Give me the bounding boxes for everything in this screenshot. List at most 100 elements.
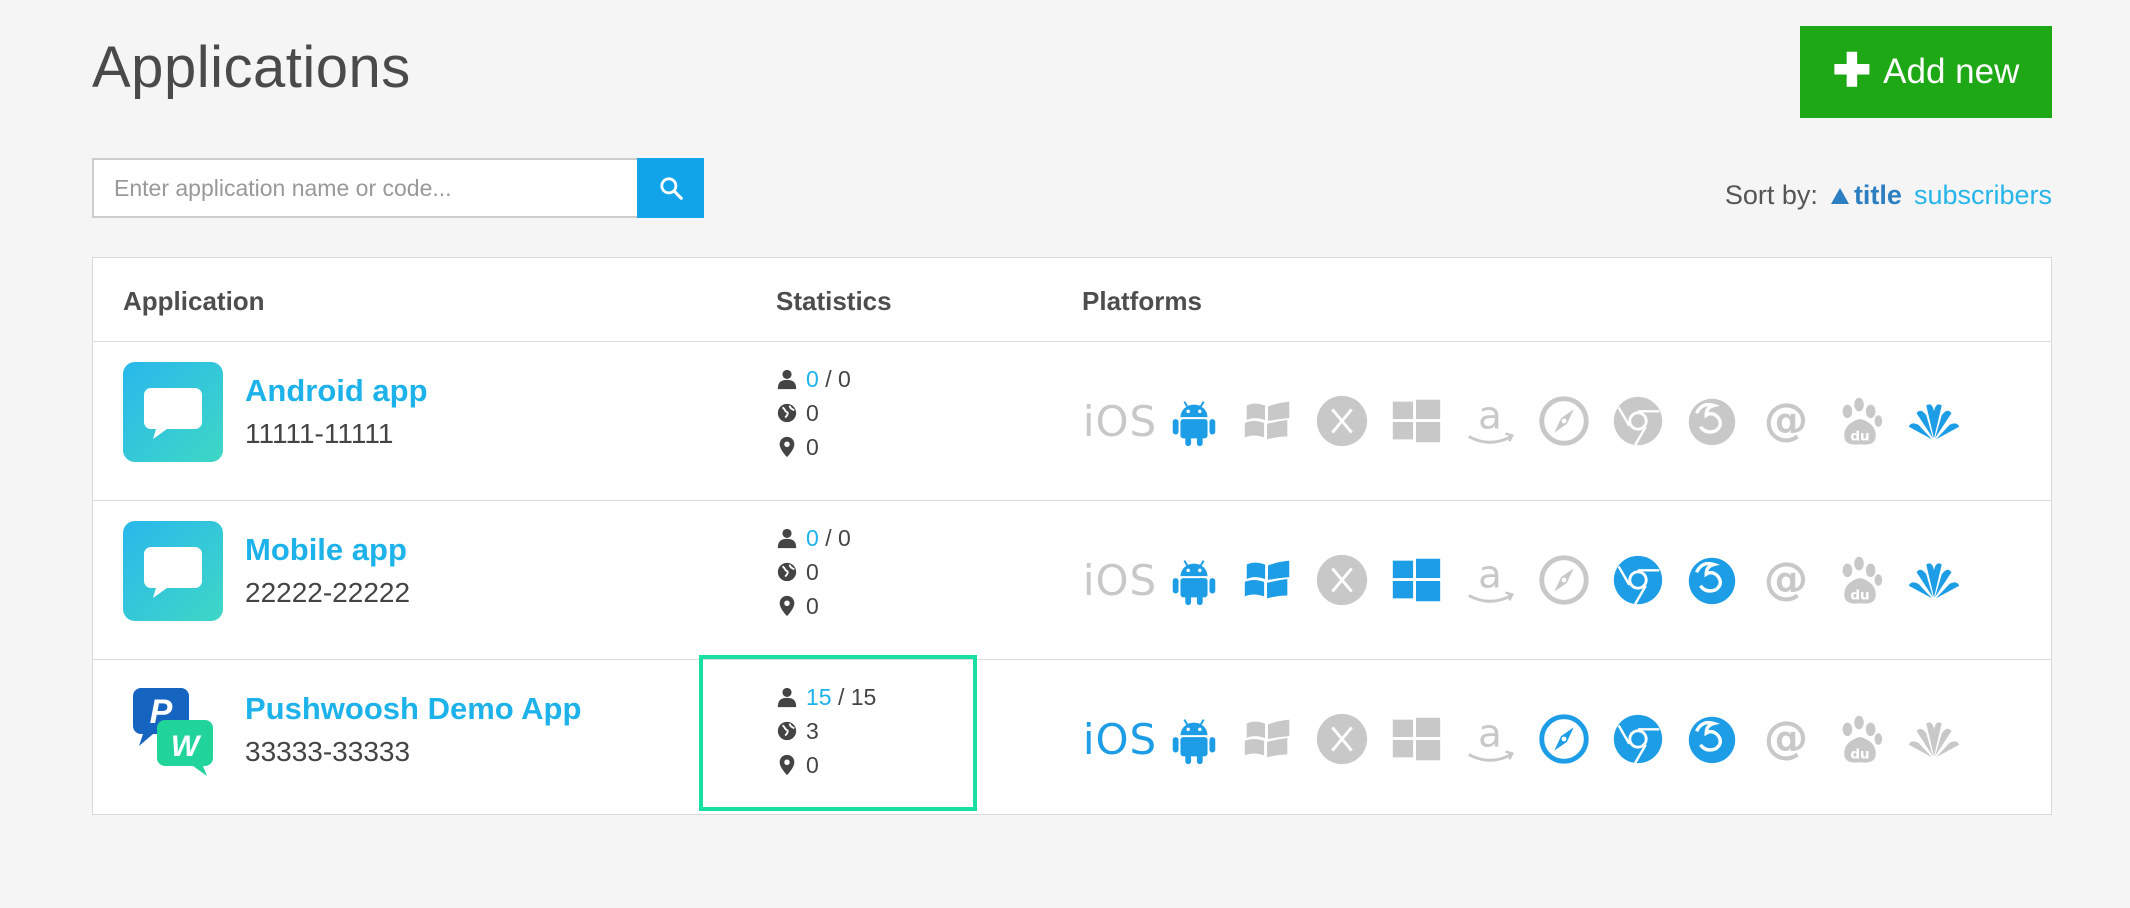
email-icon[interactable]: @ <box>1749 704 1823 774</box>
subscribers-total: / 15 <box>837 683 877 710</box>
search-bar <box>92 158 704 218</box>
email-icon[interactable]: @ <box>1749 386 1823 456</box>
globe-icon <box>777 721 797 741</box>
android-icon[interactable] <box>1157 704 1231 774</box>
baidu-icon[interactable]: du <box>1823 704 1897 774</box>
svg-text:W: W <box>171 730 202 763</box>
search-button[interactable] <box>637 158 704 218</box>
macos-icon[interactable] <box>1305 545 1379 615</box>
windows-icon[interactable] <box>1379 704 1453 774</box>
table-row: Android app 11111-11111 0 / 0 0 0 iOS a @ d… <box>93 342 2051 501</box>
ios-icon[interactable]: iOS <box>1083 704 1157 774</box>
locations-count: 0 <box>806 751 819 778</box>
subscribers-stat: 0 / 0 <box>776 521 851 555</box>
huawei-icon[interactable] <box>1897 704 1971 774</box>
firefox-icon[interactable] <box>1675 386 1749 456</box>
countries-stat: 0 <box>776 555 851 589</box>
page-title: Applications <box>92 35 411 100</box>
locations-count: 0 <box>806 433 819 460</box>
svg-text:@: @ <box>1764 713 1808 764</box>
locations-count: 0 <box>806 592 819 619</box>
svg-text:du: du <box>1850 587 1869 603</box>
add-new-label: Add new <box>1883 52 2020 91</box>
windows-icon[interactable] <box>1379 545 1453 615</box>
globe-icon <box>777 562 797 582</box>
chrome-icon[interactable] <box>1601 704 1675 774</box>
countries-count: 0 <box>806 399 819 426</box>
table-row: PW Pushwoosh Demo App 33333-33333 15 / 1… <box>93 660 2051 818</box>
amazon-icon[interactable]: a <box>1453 545 1527 615</box>
app-icon <box>123 521 223 621</box>
email-icon[interactable]: @ <box>1749 545 1823 615</box>
windows-icon[interactable] <box>1379 386 1453 456</box>
platforms-list: iOS a @ du <box>1083 545 1971 615</box>
app-name-link[interactable]: Pushwoosh Demo App <box>245 691 581 727</box>
huawei-icon[interactable] <box>1897 386 1971 456</box>
applications-table: Application Statistics Platforms Android… <box>92 257 2052 815</box>
sort-label: Sort by: <box>1724 180 1818 210</box>
android-icon[interactable] <box>1157 386 1231 456</box>
sort-by-subscribers[interactable]: subscribers <box>1914 180 2052 211</box>
sort-controls: Sort by: title subscribers <box>1725 180 2052 211</box>
ios-icon[interactable]: iOS <box>1083 386 1157 456</box>
app-code: 22222-22222 <box>245 577 411 608</box>
app-statistics: 15 / 15 3 0 <box>776 680 876 782</box>
svg-text:du: du <box>1850 746 1869 762</box>
chrome-icon[interactable] <box>1601 545 1675 615</box>
firefox-icon[interactable] <box>1675 545 1749 615</box>
firefox-icon[interactable] <box>1675 704 1749 774</box>
baidu-icon[interactable]: du <box>1823 545 1897 615</box>
chrome-icon[interactable] <box>1601 386 1675 456</box>
locations-stat: 0 <box>776 589 851 623</box>
amazon-icon[interactable]: a <box>1453 704 1527 774</box>
ios-icon[interactable]: iOS <box>1083 545 1157 615</box>
search-icon <box>659 177 683 200</box>
countries-stat: 0 <box>776 396 851 430</box>
countries-stat: 3 <box>776 714 876 748</box>
add-new-button[interactable]: ✚ Add new <box>1800 26 2052 118</box>
header-platforms: Platforms <box>1082 286 1202 316</box>
map-pin-icon <box>779 754 795 776</box>
macos-icon[interactable] <box>1305 704 1379 774</box>
svg-text:du: du <box>1850 428 1869 444</box>
app-statistics: 0 / 0 0 0 <box>776 362 851 464</box>
amazon-icon[interactable]: a <box>1453 386 1527 456</box>
subscribers-active: 15 <box>806 683 832 710</box>
subscribers-total: / 0 <box>825 365 851 392</box>
windows-phone-icon[interactable] <box>1231 704 1305 774</box>
user-icon <box>777 369 797 390</box>
plus-icon: ✚ <box>1832 44 1872 96</box>
app-name-link[interactable]: Android app <box>245 373 428 409</box>
safari-icon[interactable] <box>1527 386 1601 456</box>
globe-icon <box>777 403 797 423</box>
locations-stat: 0 <box>776 430 851 464</box>
sort-by-title[interactable]: title <box>1830 180 1902 211</box>
countries-count: 3 <box>806 717 819 744</box>
svg-text:a: a <box>1478 553 1502 598</box>
subscribers-active: 0 <box>806 365 819 392</box>
baidu-icon[interactable]: du <box>1823 386 1897 456</box>
subscribers-active: 0 <box>806 524 819 551</box>
huawei-icon[interactable] <box>1897 545 1971 615</box>
windows-phone-icon[interactable] <box>1231 545 1305 615</box>
macos-icon[interactable] <box>1305 386 1379 456</box>
subscribers-stat: 0 / 0 <box>776 362 851 396</box>
platforms-list: iOS a @ du <box>1083 386 1971 456</box>
svg-text:@: @ <box>1764 395 1808 446</box>
svg-text:a: a <box>1478 712 1502 757</box>
windows-phone-icon[interactable] <box>1231 386 1305 456</box>
svg-text:@: @ <box>1764 554 1808 605</box>
safari-icon[interactable] <box>1527 704 1601 774</box>
countries-count: 0 <box>806 558 819 585</box>
android-icon[interactable] <box>1157 545 1231 615</box>
subscribers-stat: 15 / 15 <box>776 680 876 714</box>
header-application: Application <box>123 286 265 316</box>
app-icon <box>123 362 223 462</box>
map-pin-icon <box>779 436 795 458</box>
safari-icon[interactable] <box>1527 545 1601 615</box>
search-input[interactable] <box>92 158 637 218</box>
app-name-link[interactable]: Mobile app <box>245 532 407 568</box>
table-row: Mobile app 22222-22222 0 / 0 0 0 iOS a @ du <box>93 501 2051 660</box>
app-icon: PW <box>123 680 223 780</box>
user-icon <box>777 687 797 708</box>
